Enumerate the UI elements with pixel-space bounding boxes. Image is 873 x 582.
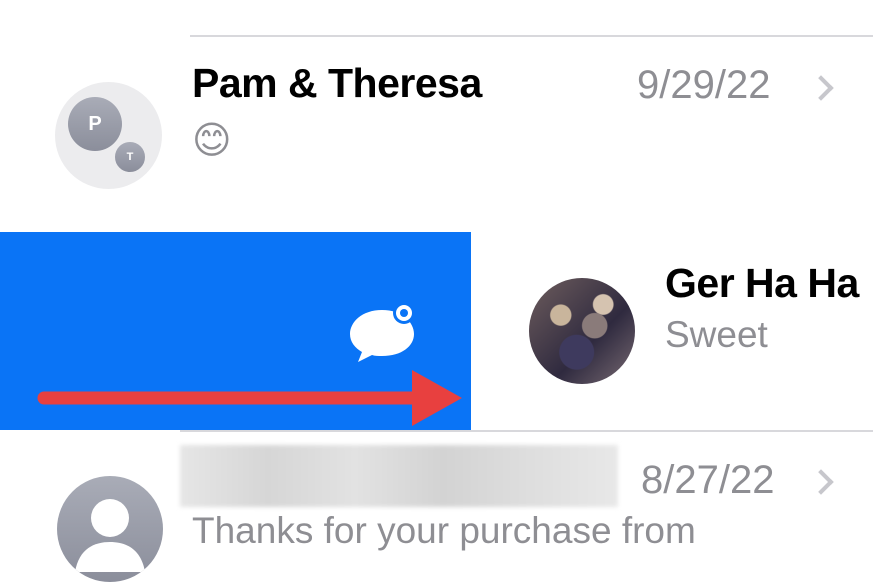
mark-unread-swipe-action[interactable]	[0, 232, 471, 430]
conversation-row-ger-ha-ha[interactable]: Ger Ha Ha Sweet	[471, 232, 873, 430]
avatar-initial-p: P	[68, 97, 122, 151]
chevron-right-icon	[808, 75, 834, 101]
message-date: 8/27/22	[641, 458, 775, 502]
person-icon	[57, 476, 163, 582]
message-date: 9/29/22	[637, 63, 771, 107]
message-unread-icon	[350, 302, 415, 362]
contact-name: Pam & Theresa	[192, 60, 482, 106]
contact-name: Ger Ha Ha	[665, 260, 859, 306]
contact-photo-avatar	[529, 278, 635, 384]
message-preview: Thanks for your purchase from	[192, 510, 696, 551]
message-preview: Sweet	[665, 314, 768, 355]
message-preview: 😊	[192, 120, 232, 162]
conversation-row-pam-theresa[interactable]: P T Pam & Theresa 9/29/22 😊	[0, 0, 873, 232]
redacted-contact-name	[180, 445, 618, 507]
group-avatar: P T	[55, 82, 162, 189]
avatar-initial-t: T	[113, 140, 147, 174]
